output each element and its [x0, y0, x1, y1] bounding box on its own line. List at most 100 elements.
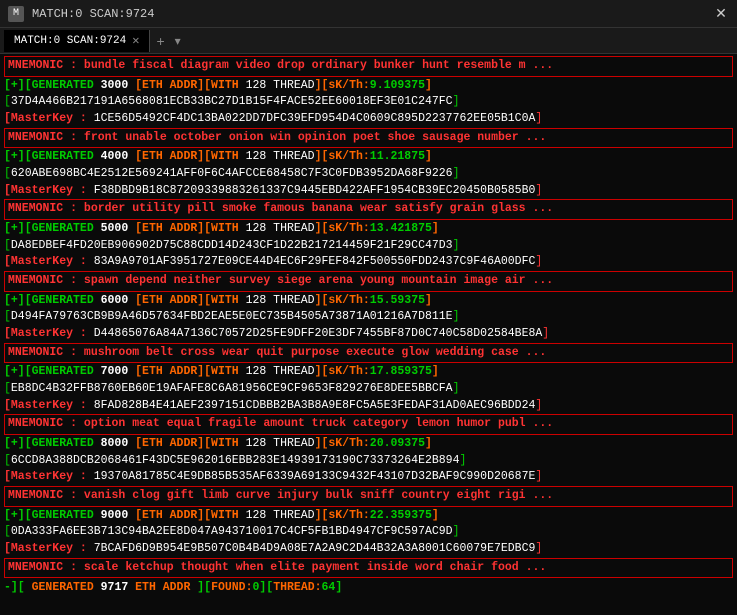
generated-prefix: [+][GENERATED 3000: [4, 79, 135, 92]
masterkey-line: [MasterKey : D44865076A84A7136C70572D25F…: [4, 326, 733, 343]
addr-value: EB8DC4B32FFB8760EB60E19AFAFE8C6A81956CE9…: [11, 382, 453, 395]
masterkey-value: 1CE56D5492CF4DC13BA022DD7DFC39EFD954D4C0…: [94, 112, 536, 125]
sk-bracket: ]: [425, 437, 432, 450]
eth-addr-label: ETH ADDR: [128, 581, 197, 594]
thread-value: 64: [322, 581, 336, 594]
eth-label: [ETH ADDR][WITH: [135, 79, 245, 92]
addr-line: [0DA333FA6EE3B713C94BA2EE8D047A943710017…: [4, 524, 733, 541]
addr-value: 6CCD8A388DCB2068461F43DC5E962016EBB283E1…: [11, 454, 460, 467]
title-bar-left: M MATCH:0 SCAN:9724: [8, 6, 154, 22]
thread-value: 128 THREAD: [246, 509, 315, 522]
tab-close-icon[interactable]: ✕: [132, 33, 139, 48]
masterkey-value: F38DBD9B18C87209339883261337C9445EBD422A…: [94, 184, 536, 197]
sk-bracket: ]: [432, 222, 439, 235]
addr-value: D494FA79763CB9B9A46D57634FBD2EAE5E0EC735…: [11, 310, 453, 323]
addr-value: 0DA333FA6EE3B713C94BA2EE8D047A943710017C…: [11, 525, 453, 538]
addr-line: [620ABE698BC4E2512E569241AFF0F6C4AFCCE68…: [4, 166, 733, 183]
mnemonic-text: MNEMONIC : front unable october onion wi…: [8, 131, 546, 144]
masterkey-line: [MasterKey : 83A9A9701AF3951727E09CE44D4…: [4, 254, 733, 271]
generated-prefix: [+][GENERATED 7000: [4, 365, 135, 378]
generated-line: [+][GENERATED 4000 [ETH ADDR][WITH 128 T…: [4, 149, 733, 166]
generated-prefix: [+][GENERATED 9000: [4, 509, 135, 522]
sk-label: ][sK/Th:: [315, 437, 370, 450]
masterkey-label: [MasterKey :: [4, 327, 94, 340]
masterkey-value: D44865076A84A7136C70572D25FE9DFF20E3DF74…: [94, 327, 543, 340]
status-line: -][ GENERATED 9717 ETH ADDR ][FOUND:0][T…: [4, 580, 733, 597]
mnemonic-block: MNEMONIC : bundle fiscal diagram video d…: [4, 56, 733, 77]
thread-label: THREAD:: [273, 581, 321, 594]
active-tab[interactable]: MATCH:0 SCAN:9724 ✕: [4, 30, 150, 52]
sk-bracket: ]: [432, 509, 439, 522]
addr-line: [DA8EDBEF4FD20EB906902D75C88CDD14D243CF1…: [4, 238, 733, 255]
content-area: MNEMONIC : bundle fiscal diagram video d…: [0, 54, 737, 615]
mnemonic-block: MNEMONIC : scale ketchup thought when el…: [4, 558, 733, 579]
thread-value: 128 THREAD: [246, 365, 315, 378]
eth-label: [ETH ADDR][WITH: [135, 222, 245, 235]
mnemonic-block: MNEMONIC : spawn depend neither survey s…: [4, 271, 733, 292]
generated-line: [+][GENERATED 9000 [ETH ADDR][WITH 128 T…: [4, 508, 733, 525]
title-bar-title: MATCH:0 SCAN:9724: [32, 7, 154, 21]
generated-line: [+][GENERATED 7000 [ETH ADDR][WITH 128 T…: [4, 364, 733, 381]
new-tab-button[interactable]: +: [150, 30, 170, 52]
thread-value: 128 THREAD: [246, 294, 315, 307]
masterkey-line: [MasterKey : F38DBD9B18C8720933988326133…: [4, 183, 733, 200]
eth-label: [ETH ADDR][WITH: [135, 365, 245, 378]
sk-value: 11.21875: [370, 150, 425, 163]
masterkey-value: 19370A81785C4E9DB85B535AF6339A69133C9432…: [94, 470, 536, 483]
generated-label-status: GENERATED: [25, 581, 101, 594]
masterkey-line: [MasterKey : 7BCAFD6D9B954E9B507C0B4B4D9…: [4, 541, 733, 558]
masterkey-value: 83A9A9701AF3951727E09CE44D4EC6F29FEF842F…: [94, 255, 536, 268]
mnemonic-block: MNEMONIC : front unable october onion wi…: [4, 128, 733, 149]
generated-prefix: [+][GENERATED 5000: [4, 222, 135, 235]
generated-line: [+][GENERATED 5000 [ETH ADDR][WITH 128 T…: [4, 221, 733, 238]
sk-bracket: ]: [425, 294, 432, 307]
close-button[interactable]: ✕: [713, 6, 729, 22]
sk-label: ][sK/Th:: [315, 509, 370, 522]
eth-label: [ETH ADDR][WITH: [135, 294, 245, 307]
title-bar: M MATCH:0 SCAN:9724 ✕: [0, 0, 737, 28]
addr-line: [37D4A466B217191A6568081ECB33BC27D1B15F4…: [4, 94, 733, 111]
masterkey-label: [MasterKey :: [4, 184, 94, 197]
eth-label: [ETH ADDR][WITH: [135, 509, 245, 522]
generated-line: [+][GENERATED 6000 [ETH ADDR][WITH 128 T…: [4, 293, 733, 310]
sk-value: 9.109375: [370, 79, 425, 92]
mnemonic-text: MNEMONIC : vanish clog gift limb curve i…: [8, 489, 553, 502]
found-label: FOUND:: [211, 581, 252, 594]
masterkey-value: 8FAD828B4E41AEF2397151CDBBB2BA3B8A9E8FC5…: [94, 399, 536, 412]
masterkey-line: [MasterKey : 19370A81785C4E9DB85B535AF63…: [4, 469, 733, 486]
addr-line: [EB8DC4B32FFB8760EB60E19AFAFE8C6A81956CE…: [4, 381, 733, 398]
mnemonic-block: MNEMONIC : option meat equal fragile amo…: [4, 414, 733, 435]
sk-bracket: ]: [425, 150, 432, 163]
mnemonic-text: MNEMONIC : spawn depend neither survey s…: [8, 274, 553, 287]
addr-line: [6CCD8A388DCB2068461F43DC5E962016EBB283E…: [4, 453, 733, 470]
tabs-bar: MATCH:0 SCAN:9724 ✕ + ▾: [0, 28, 737, 54]
tab-label: MATCH:0 SCAN:9724: [14, 35, 126, 47]
mnemonic-block: MNEMONIC : border utility pill smoke fam…: [4, 199, 733, 220]
sk-value: 15.59375: [370, 294, 425, 307]
generated-prefix: [+][GENERATED 8000: [4, 437, 135, 450]
tab-dropdown-button[interactable]: ▾: [171, 31, 185, 51]
sk-value: 20.09375: [370, 437, 425, 450]
sk-bracket: ]: [425, 79, 432, 92]
masterkey-label: [MasterKey :: [4, 255, 94, 268]
thread-value: 128 THREAD: [246, 79, 315, 92]
generated-prefix: [+][GENERATED 4000: [4, 150, 135, 163]
masterkey-label: [MasterKey :: [4, 542, 94, 555]
mnemonic-block: MNEMONIC : mushroom belt cross wear quit…: [4, 343, 733, 364]
masterkey-label: [MasterKey :: [4, 112, 94, 125]
thread-value: 128 THREAD: [246, 437, 315, 450]
sk-label: ][sK/Th:: [315, 79, 370, 92]
masterkey-line: [MasterKey : 1CE56D5492CF4DC13BA022DD7DF…: [4, 111, 733, 128]
thread-value: 128 THREAD: [246, 222, 315, 235]
sk-label: ][sK/Th:: [315, 365, 370, 378]
mnemonic-text: MNEMONIC : bundle fiscal diagram video d…: [8, 59, 553, 72]
eth-label: [ETH ADDR][WITH: [135, 150, 245, 163]
masterkey-value: 7BCAFD6D9B954E9B507C0B4B4D9A08E7A2A9C2D4…: [94, 542, 536, 555]
sk-bracket: ]: [432, 365, 439, 378]
sk-label: ][sK/Th:: [315, 222, 370, 235]
sk-value: 13.421875: [370, 222, 432, 235]
masterkey-line: [MasterKey : 8FAD828B4E41AEF2397151CDBBB…: [4, 398, 733, 415]
generated-line: [+][GENERATED 3000 [ETH ADDR][WITH 128 T…: [4, 78, 733, 95]
addr-value: DA8EDBEF4FD20EB906902D75C88CDD14D243CF1D…: [11, 239, 453, 252]
mnemonic-block: MNEMONIC : vanish clog gift limb curve i…: [4, 486, 733, 507]
